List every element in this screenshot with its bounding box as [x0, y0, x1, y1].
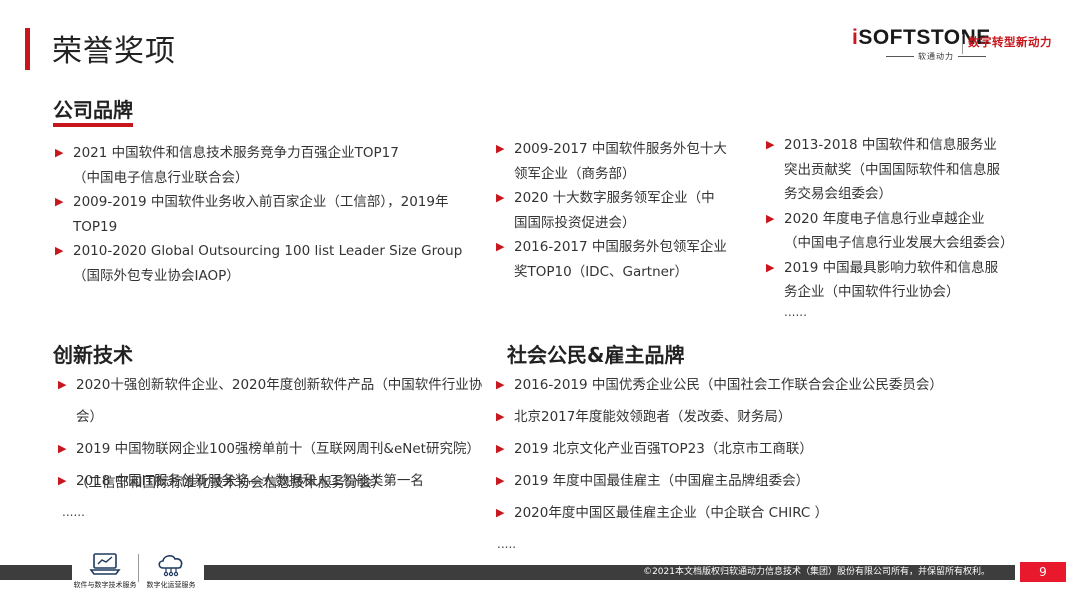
list-item: ▶ 2010-2020 Global Outsourcing 100 list L… [55, 239, 495, 288]
brand-ellipsis: ...... [784, 305, 807, 319]
list-item: ▶ 2020十强创新软件企业、2020年度创新软件产品（中国软件行业协会） [58, 369, 498, 433]
logo-subtitle: 软通动力 [882, 51, 990, 62]
bullet-arrow-icon: ▶ [496, 191, 505, 204]
list-item: ▶ 2019 中国物联网企业100强榜单前十（互联网周刊&eNet研究院） [58, 433, 498, 465]
bullet-arrow-icon: ▶ [496, 240, 505, 253]
company-logo: iSOFTSTONE 软通动力 数字转型新动力 [852, 24, 1062, 64]
page-number: 9 [1020, 562, 1066, 582]
innovation-note: （工信部和国际标准化技术协会信息技术服务分会） [75, 475, 386, 491]
footer-icon-label: 数字化运营服务 [146, 581, 196, 589]
list-item: ▶ 2009-2019 中国软件业务收入前百家企业（工信部），2019年 TOP19 [55, 190, 495, 239]
footer-icon-label: 软件与数字技术服务 [73, 581, 137, 589]
list-item: ▶ 2021 中国软件和信息技术服务竞争力百强企业TOP17 （中国电子信息行业联合… [55, 141, 495, 190]
cloud-network-icon [158, 555, 183, 577]
bullet-arrow-icon: ▶ [766, 211, 775, 225]
bullet-arrow-icon: ▶ [496, 142, 505, 155]
section-title-brand: 公司品牌 [53, 98, 133, 122]
list-item: ▶ 2019 北京文化产业百强TOP23（北京市工商联） [496, 433, 976, 465]
laptop-icon [89, 553, 121, 575]
citizen-ellipsis: ..... [497, 537, 517, 551]
bullet-arrow-icon: ▶ [496, 506, 505, 519]
brand-list-col3: ▶ 2013-2018 中国软件和信息服务业 突出贡献奖（中国国际软件和信息服 务交易… [766, 133, 1066, 305]
bullet-arrow-icon: ▶ [496, 410, 505, 423]
bullet-arrow-icon: ▶ [55, 244, 64, 257]
bullet-arrow-icon: ▶ [496, 474, 505, 487]
bullet-arrow-icon: ▶ [766, 260, 775, 274]
citizen-list: ▶ 2016-2019 中国优秀企业公民（中国社会工作联合会企业公民委员会） ▶ 北… [496, 369, 976, 529]
brand-list-col2: ▶ 2009-2017 中国软件服务外包十大 领军企业（商务部） ▶ 2020 十大数… [496, 137, 746, 284]
list-item: ▶ 2009-2017 中国软件服务外包十大 领军企业（商务部） [496, 137, 746, 186]
list-item: ▶ 北京2017年度能效领跑者（发改委、财务局） [496, 401, 976, 433]
logo-slogan: 数字转型新动力 [968, 35, 1052, 49]
bullet-arrow-icon: ▶ [766, 138, 775, 151]
bullet-arrow-icon: ▶ [55, 195, 64, 208]
bullet-arrow-icon: ▶ [58, 442, 67, 455]
footer-service-operations: 数字化运营服务 [138, 550, 204, 590]
bullet-arrow-icon: ▶ [58, 474, 67, 487]
list-item: ▶ 2019 中国最具影响力软件和信息服 务企业（中国软件行业协会） [766, 256, 1066, 305]
page-title: 荣誉奖项 [52, 34, 176, 69]
list-item: ▶ 2020年度中国区最佳雇主企业（中企联合 CHIRC ） [496, 497, 976, 529]
section-title-innovation: 创新技术 [53, 343, 133, 367]
bullet-arrow-icon: ▶ [496, 442, 505, 455]
footer-service-icons: 软件与数字技术服务 数字化运营服务 [72, 550, 204, 598]
bullet-arrow-icon: ▶ [55, 146, 64, 159]
innovation-ellipsis: ...... [62, 505, 85, 519]
list-item: ▶ 2019 年度中国最佳雇主（中国雇主品牌组委会） [496, 465, 976, 497]
footer-service-software: 软件与数字技术服务 [72, 550, 138, 590]
bullet-arrow-icon: ▶ [496, 378, 505, 391]
bullet-arrow-icon: ▶ [58, 378, 67, 391]
list-item: ▶ 2020 十大数字服务领军企业（中 国国际投资促进会） [496, 186, 746, 235]
list-item: ▶ 2013-2018 中国软件和信息服务业 突出贡献奖（中国国际软件和信息服 务交易… [766, 133, 1066, 207]
brand-list-col1: ▶ 2021 中国软件和信息技术服务竞争力百强企业TOP17 （中国电子信息行业联合… [55, 141, 495, 288]
section-underline [53, 123, 133, 127]
list-item: ▶ 2016-2019 中国优秀企业公民（中国社会工作联合会企业公民委员会） [496, 369, 976, 401]
section-title-citizen: 社会公民&雇主品牌 [507, 343, 685, 367]
list-item: ▶ 2020 年度电子信息行业卓越企业 （中国电子信息行业发展大会组委会） [766, 207, 1066, 256]
list-item: ▶ 2016-2017 中国服务外包领军企业 奖TOP10（IDC、Gartner） [496, 235, 746, 284]
logo-divider [962, 34, 963, 54]
title-accent-bar [25, 28, 30, 70]
footer-copyright: ©2021本文档版权归软通动力信息技术（集团）股份有限公司所有，并保留所有权利。 [643, 567, 990, 577]
